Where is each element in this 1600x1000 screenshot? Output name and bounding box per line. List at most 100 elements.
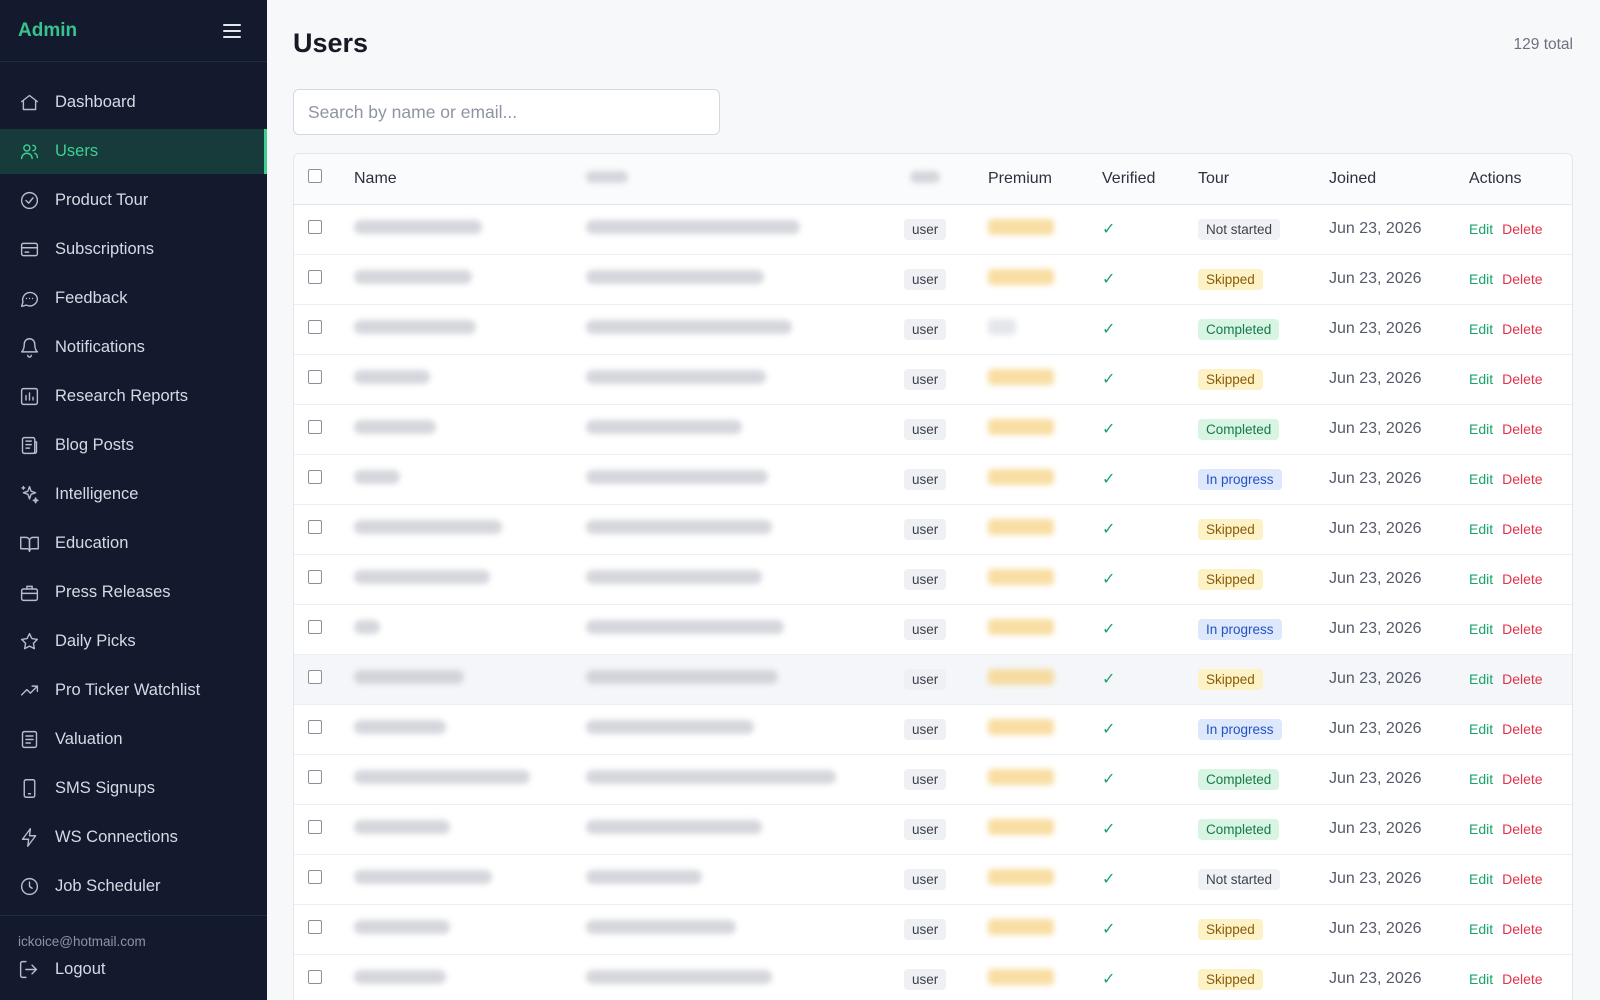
edit-button[interactable]: Edit xyxy=(1469,671,1493,687)
table-row[interactable]: user ✓ Not started Jun 23, 2026 Edit Delete xyxy=(294,204,1572,255)
edit-button[interactable]: Edit xyxy=(1469,371,1493,387)
user-joined-cell: Jun 23, 2026 xyxy=(1329,954,1469,1000)
search-input[interactable] xyxy=(293,89,720,135)
edit-button[interactable]: Edit xyxy=(1469,421,1493,437)
edit-button[interactable]: Edit xyxy=(1469,821,1493,837)
row-checkbox[interactable] xyxy=(308,920,322,934)
col-premium[interactable]: Premium xyxy=(988,154,1102,205)
row-checkbox[interactable] xyxy=(308,870,322,884)
row-checkbox[interactable] xyxy=(308,320,322,334)
edit-button[interactable]: Edit xyxy=(1469,971,1493,987)
sidebar-item-valuation[interactable]: Valuation xyxy=(0,717,267,762)
row-checkbox[interactable] xyxy=(308,470,322,484)
bar-chart-icon xyxy=(18,386,40,408)
edit-button[interactable]: Edit xyxy=(1469,271,1493,287)
delete-button[interactable]: Delete xyxy=(1502,271,1542,287)
table-row[interactable]: user ✓ Completed Jun 23, 2026 Edit Delete xyxy=(294,754,1572,805)
user-actions-cell: Edit Delete xyxy=(1469,704,1572,755)
row-checkbox[interactable] xyxy=(308,620,322,634)
sidebar-item-intelligence[interactable]: Intelligence xyxy=(0,472,267,517)
edit-button[interactable]: Edit xyxy=(1469,721,1493,737)
delete-button[interactable]: Delete xyxy=(1502,771,1542,787)
sidebar-item-product-tour[interactable]: Product Tour xyxy=(0,178,267,223)
sidebar-item-job-scheduler[interactable]: Job Scheduler xyxy=(0,864,267,909)
redacted-name xyxy=(354,470,400,484)
col-name[interactable]: Name xyxy=(354,154,586,205)
edit-button[interactable]: Edit xyxy=(1469,521,1493,537)
row-checkbox[interactable] xyxy=(308,720,322,734)
delete-button[interactable]: Delete xyxy=(1502,621,1542,637)
edit-button[interactable]: Edit xyxy=(1469,621,1493,637)
sidebar-item-dashboard[interactable]: Dashboard xyxy=(0,80,267,125)
sidebar-item-ws-connections[interactable]: WS Connections xyxy=(0,815,267,860)
table-row[interactable]: user ✓ In progress Jun 23, 2026 Edit Delete xyxy=(294,704,1572,755)
row-checkbox[interactable] xyxy=(308,820,322,834)
role-badge: user xyxy=(904,968,947,990)
delete-button[interactable]: Delete xyxy=(1502,671,1542,687)
col-role[interactable] xyxy=(904,154,988,205)
sidebar-item-blog-posts[interactable]: Blog Posts xyxy=(0,423,267,468)
table-row[interactable]: user ✓ In progress Jun 23, 2026 Edit Delete xyxy=(294,604,1572,655)
edit-button[interactable]: Edit xyxy=(1469,571,1493,587)
edit-button[interactable]: Edit xyxy=(1469,321,1493,337)
sidebar-item-feedback[interactable]: Feedback xyxy=(0,276,267,321)
sidebar-item-press-releases[interactable]: Press Releases xyxy=(0,570,267,615)
row-checkbox[interactable] xyxy=(308,420,322,434)
row-checkbox[interactable] xyxy=(308,670,322,684)
table-row[interactable]: user ✓ Skipped Jun 23, 2026 Edit Delete xyxy=(294,354,1572,405)
role-badge: user xyxy=(904,468,947,490)
table-row[interactable]: user ✓ Skipped Jun 23, 2026 Edit Delete xyxy=(294,504,1572,555)
col-email[interactable] xyxy=(586,154,904,205)
delete-button[interactable]: Delete xyxy=(1502,371,1542,387)
user-email-cell xyxy=(586,604,904,655)
delete-button[interactable]: Delete xyxy=(1502,471,1542,487)
delete-button[interactable]: Delete xyxy=(1502,321,1542,337)
delete-button[interactable]: Delete xyxy=(1502,721,1542,737)
sidebar-item-education[interactable]: Education xyxy=(0,521,267,566)
delete-button[interactable]: Delete xyxy=(1502,821,1542,837)
table-row[interactable]: user ✓ Skipped Jun 23, 2026 Edit Delete xyxy=(294,554,1572,605)
table-row[interactable]: user ✓ Skipped Jun 23, 2026 Edit Delete xyxy=(294,954,1572,1000)
delete-button[interactable]: Delete xyxy=(1502,571,1542,587)
row-checkbox[interactable] xyxy=(308,270,322,284)
menu-toggle-button[interactable] xyxy=(221,20,243,42)
row-checkbox[interactable] xyxy=(308,520,322,534)
delete-button[interactable]: Delete xyxy=(1502,871,1542,887)
table-row[interactable]: user ✓ Skipped Jun 23, 2026 Edit Delete xyxy=(294,254,1572,305)
row-checkbox[interactable] xyxy=(308,370,322,384)
table-row[interactable]: user ✓ Skipped Jun 23, 2026 Edit Delete xyxy=(294,654,1572,705)
delete-button[interactable]: Delete xyxy=(1502,521,1542,537)
table-row[interactable]: user ✓ Skipped Jun 23, 2026 Edit Delete xyxy=(294,904,1572,955)
edit-button[interactable]: Edit xyxy=(1469,871,1493,887)
sidebar-item-pro-ticker-watchlist[interactable]: Pro Ticker Watchlist xyxy=(0,668,267,713)
delete-button[interactable]: Delete xyxy=(1502,971,1542,987)
table-row[interactable]: user ✓ Completed Jun 23, 2026 Edit Delete xyxy=(294,804,1572,855)
delete-button[interactable]: Delete xyxy=(1502,221,1542,237)
row-checkbox[interactable] xyxy=(308,770,322,784)
row-checkbox[interactable] xyxy=(308,570,322,584)
col-tour[interactable]: Tour xyxy=(1198,154,1329,205)
sidebar-item-subscriptions[interactable]: Subscriptions xyxy=(0,227,267,272)
table-row[interactable]: user ✓ Completed Jun 23, 2026 Edit Delete xyxy=(294,404,1572,455)
sidebar-item-research-reports[interactable]: Research Reports xyxy=(0,374,267,419)
edit-button[interactable]: Edit xyxy=(1469,471,1493,487)
edit-button[interactable]: Edit xyxy=(1469,221,1493,237)
table-row[interactable]: user ✓ Completed Jun 23, 2026 Edit Delete xyxy=(294,304,1572,355)
sidebar-item-sms-signups[interactable]: SMS Signups xyxy=(0,766,267,811)
table-row[interactable]: user ✓ Not started Jun 23, 2026 Edit Delete xyxy=(294,854,1572,905)
sidebar-item-users[interactable]: Users xyxy=(0,129,267,174)
role-badge: user xyxy=(904,418,947,440)
logout-button[interactable]: Logout xyxy=(18,958,249,980)
select-all-checkbox[interactable] xyxy=(308,169,322,184)
delete-button[interactable]: Delete xyxy=(1502,421,1542,437)
edit-button[interactable]: Edit xyxy=(1469,921,1493,937)
sidebar-item-notifications[interactable]: Notifications xyxy=(0,325,267,370)
row-checkbox[interactable] xyxy=(308,970,322,984)
sidebar-item-daily-picks[interactable]: Daily Picks xyxy=(0,619,267,664)
edit-button[interactable]: Edit xyxy=(1469,771,1493,787)
row-checkbox[interactable] xyxy=(308,220,322,234)
col-joined[interactable]: Joined xyxy=(1329,154,1469,205)
table-row[interactable]: user ✓ In progress Jun 23, 2026 Edit Delete xyxy=(294,454,1572,505)
delete-button[interactable]: Delete xyxy=(1502,921,1542,937)
col-verified[interactable]: Verified xyxy=(1102,154,1198,205)
